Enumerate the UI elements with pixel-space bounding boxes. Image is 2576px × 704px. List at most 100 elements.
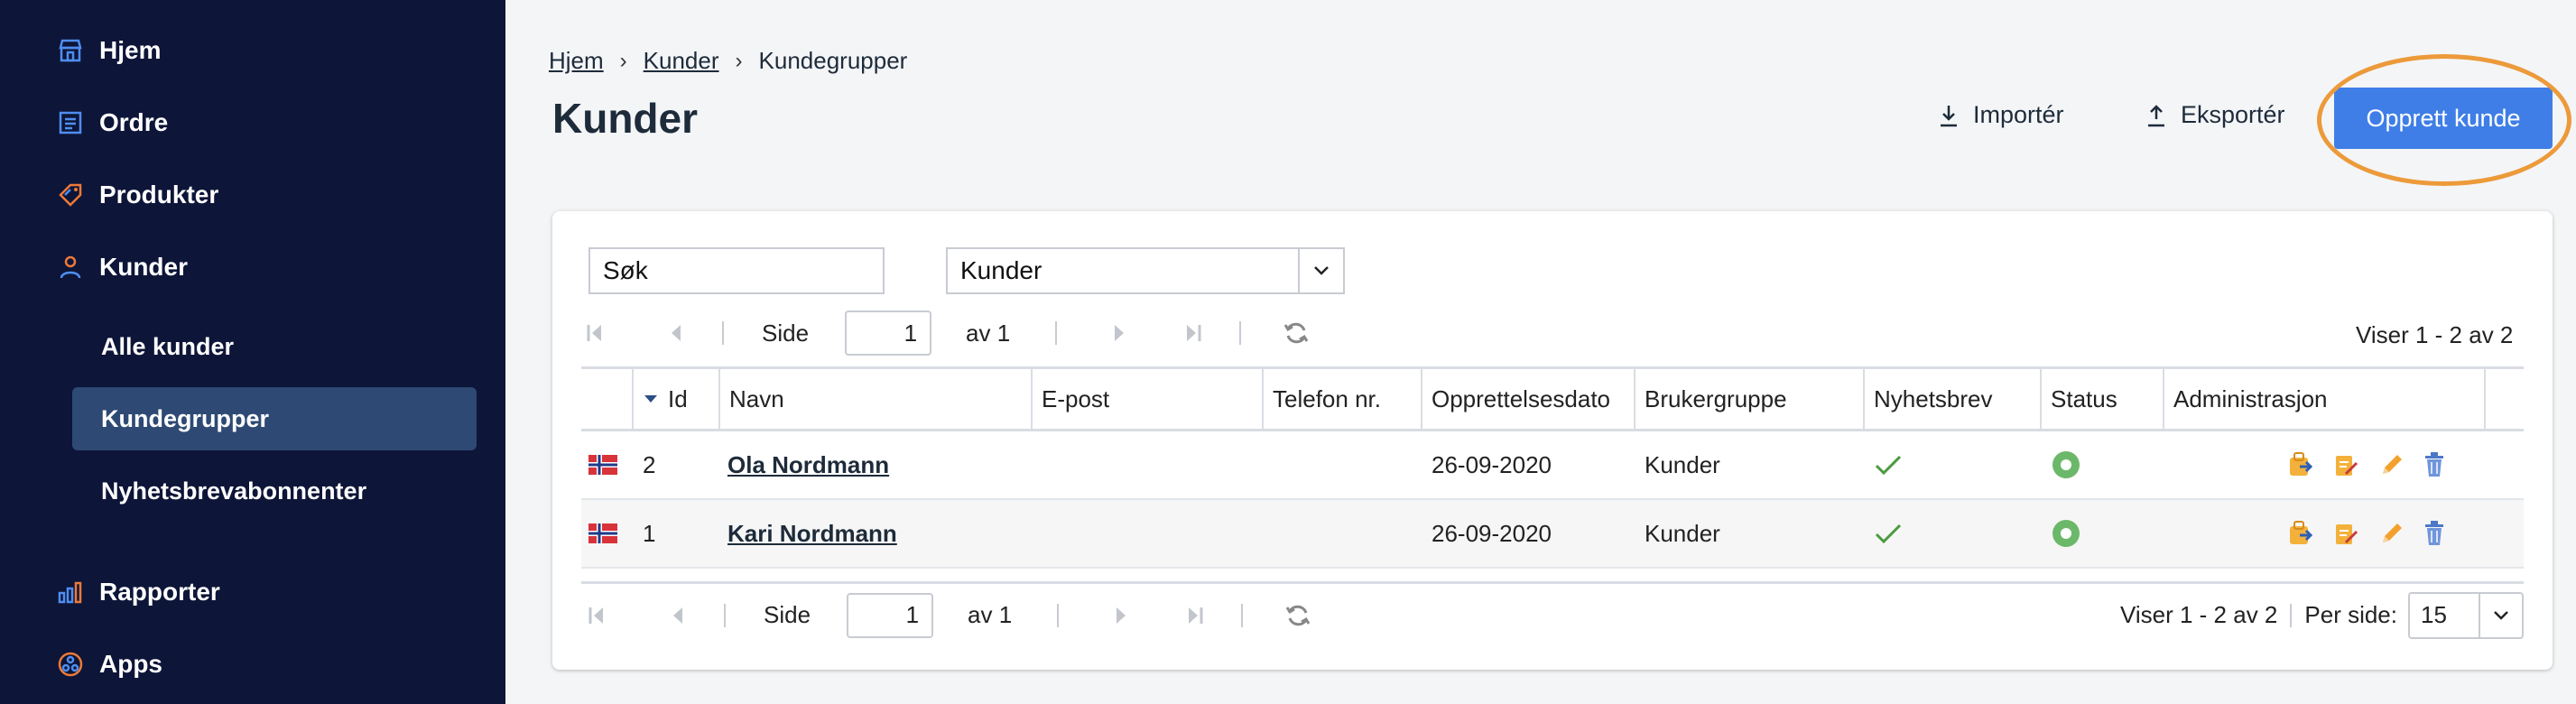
download-icon [1941,105,1957,126]
sidebar-subitem-label: Nyhetsbrevabonnenter [101,477,367,505]
prev-page-icon[interactable] [663,600,693,631]
sidebar-item-produkter[interactable]: Produkter [56,177,218,213]
page-number-input[interactable]: 1 [845,310,932,356]
pager-side-label: Side [762,319,810,347]
pager-of-label: av 1 [966,319,1011,347]
table-row[interactable]: 1 Kari Nordmann 26-09-2020 Kunder [581,500,2524,569]
export-button[interactable]: Eksportér [2145,101,2285,129]
th-admin: Administrasjon [2164,369,2486,429]
th-flag [581,369,634,429]
per-page-label: Per side: [2304,601,2397,628]
cell-id: 1 [643,519,656,547]
table-row[interactable]: 2 Ola Nordmann 26-09-2020 Kunder [581,431,2524,500]
admin-actions [2287,450,2446,479]
first-page-icon[interactable] [579,318,610,348]
pencil-icon[interactable] [2377,450,2405,479]
per-page-value: 15 [2421,601,2447,628]
last-page-icon[interactable] [1178,318,1209,348]
sidebar-item-kunder[interactable]: Kunder [56,249,188,285]
cell-created: 26-09-2020 [1432,519,1552,547]
view-info-top: Viser 1 - 2 av 2 [2356,321,2514,348]
apps-icon [56,650,85,679]
sidebar-item-label: Kunder [99,253,188,281]
breadcrumb-link-hjem[interactable]: Hjem [549,47,604,75]
login-as-icon[interactable] [2287,450,2314,479]
view-info-bottom: Viser 1 - 2 av 2 [2120,601,2278,628]
th-created[interactable]: Opprettelsesdato [1422,369,1635,429]
th-email[interactable]: E-post [1033,369,1264,429]
next-page-icon[interactable] [1106,600,1136,631]
pager-top: Side 1 av 1 [579,310,1311,356]
refresh-icon[interactable] [1281,318,1311,348]
per-page-select[interactable]: 15 [2408,591,2524,639]
divider [724,603,726,627]
check-icon [1874,500,1903,567]
user-icon [56,253,85,282]
sort-desc-icon [644,395,657,403]
customer-name-link[interactable]: Kari Nordmann [727,520,897,548]
edit-permissions-icon[interactable] [2332,519,2359,548]
order-list-icon [56,108,85,137]
pencil-icon[interactable] [2377,519,2405,548]
store-icon [56,36,85,65]
th-name[interactable]: Navn [720,369,1033,429]
divider [1055,321,1058,345]
status-active-icon [2052,500,2080,567]
cell-id: 2 [643,450,656,478]
pager-side-label: Side [764,601,811,628]
check-icon [1874,431,1903,498]
customers-table: Id Navn E-post Telefon nr. Opprettelsesd… [581,366,2524,569]
sidebar-item-apps[interactable]: Apps [56,646,162,682]
sidebar-subitem-nyhetsbrevabonnenter[interactable]: Nyhetsbrevabonnenter [72,459,477,523]
chevron-down-icon[interactable] [1298,249,1343,292]
sidebar-item-ordre[interactable]: Ordre [56,105,168,141]
page-number-input[interactable]: 1 [847,592,934,638]
chevron-down-icon[interactable] [2479,593,2522,637]
customer-name-link[interactable]: Ola Nordmann [727,451,889,479]
login-as-icon[interactable] [2287,519,2314,548]
divider [1239,321,1242,345]
th-id[interactable]: Id [634,369,720,429]
sidebar-item-hjem[interactable]: Hjem [56,32,161,69]
first-page-icon[interactable] [581,600,612,631]
norway-flag-icon [588,500,617,567]
customers-card: Søk Kunder Side 1 av 1 Viser 1 - 2 av 2 [552,211,2553,670]
chevron-right-icon: › [619,48,627,73]
sidebar: Hjem Ordre Produkter Kunder Alle kunder … [0,0,505,704]
pager-bottom: Side 1 av 1 Viser 1 - 2 av 2 Per side: 1… [581,581,2524,646]
trash-icon[interactable] [2423,519,2446,548]
last-page-icon[interactable] [1180,600,1210,631]
th-phone[interactable]: Telefon nr. [1264,369,1422,429]
sidebar-item-rapporter[interactable]: Rapporter [56,574,220,610]
th-newsletter[interactable]: Nyhetsbrev [1865,369,2042,429]
edit-permissions-icon[interactable] [2332,450,2359,479]
next-page-icon[interactable] [1104,318,1135,348]
search-input[interactable]: Søk [588,247,885,294]
th-group[interactable]: Brukergruppe [1635,369,1865,429]
admin-actions [2287,519,2446,548]
import-button[interactable]: Importér [1937,101,2064,129]
bar-chart-icon [56,578,85,607]
sidebar-item-label: Produkter [99,181,219,208]
cell-created: 26-09-2020 [1432,450,1552,478]
cell-group: Kunder [1645,519,1720,547]
sidebar-subitem-label: Kundegrupper [101,404,269,432]
group-select[interactable]: Kunder [946,247,1345,294]
sidebar-subitem-alle-kunder[interactable]: Alle kunder [72,315,477,378]
sidebar-subitem-kundegrupper[interactable]: Kundegrupper [72,387,477,450]
sidebar-item-label: Hjem [99,36,162,64]
th-status[interactable]: Status [2042,369,2164,429]
sidebar-item-label: Rapporter [99,578,220,606]
trash-icon[interactable] [2423,450,2446,479]
page-title: Kunder [552,95,698,142]
refresh-icon[interactable] [1283,600,1313,631]
sidebar-item-label: Ordre [99,108,169,136]
upload-icon [2148,104,2164,126]
table-header: Id Navn E-post Telefon nr. Opprettelsesd… [581,366,2524,431]
breadcrumb-link-kunder[interactable]: Kunder [644,47,719,75]
pager-of-label: av 1 [968,601,1013,628]
cell-group: Kunder [1645,450,1720,478]
prev-page-icon[interactable] [661,318,691,348]
status-active-icon [2052,431,2080,498]
breadcrumb: Hjem › Kunder › Kundegrupper [549,47,907,75]
